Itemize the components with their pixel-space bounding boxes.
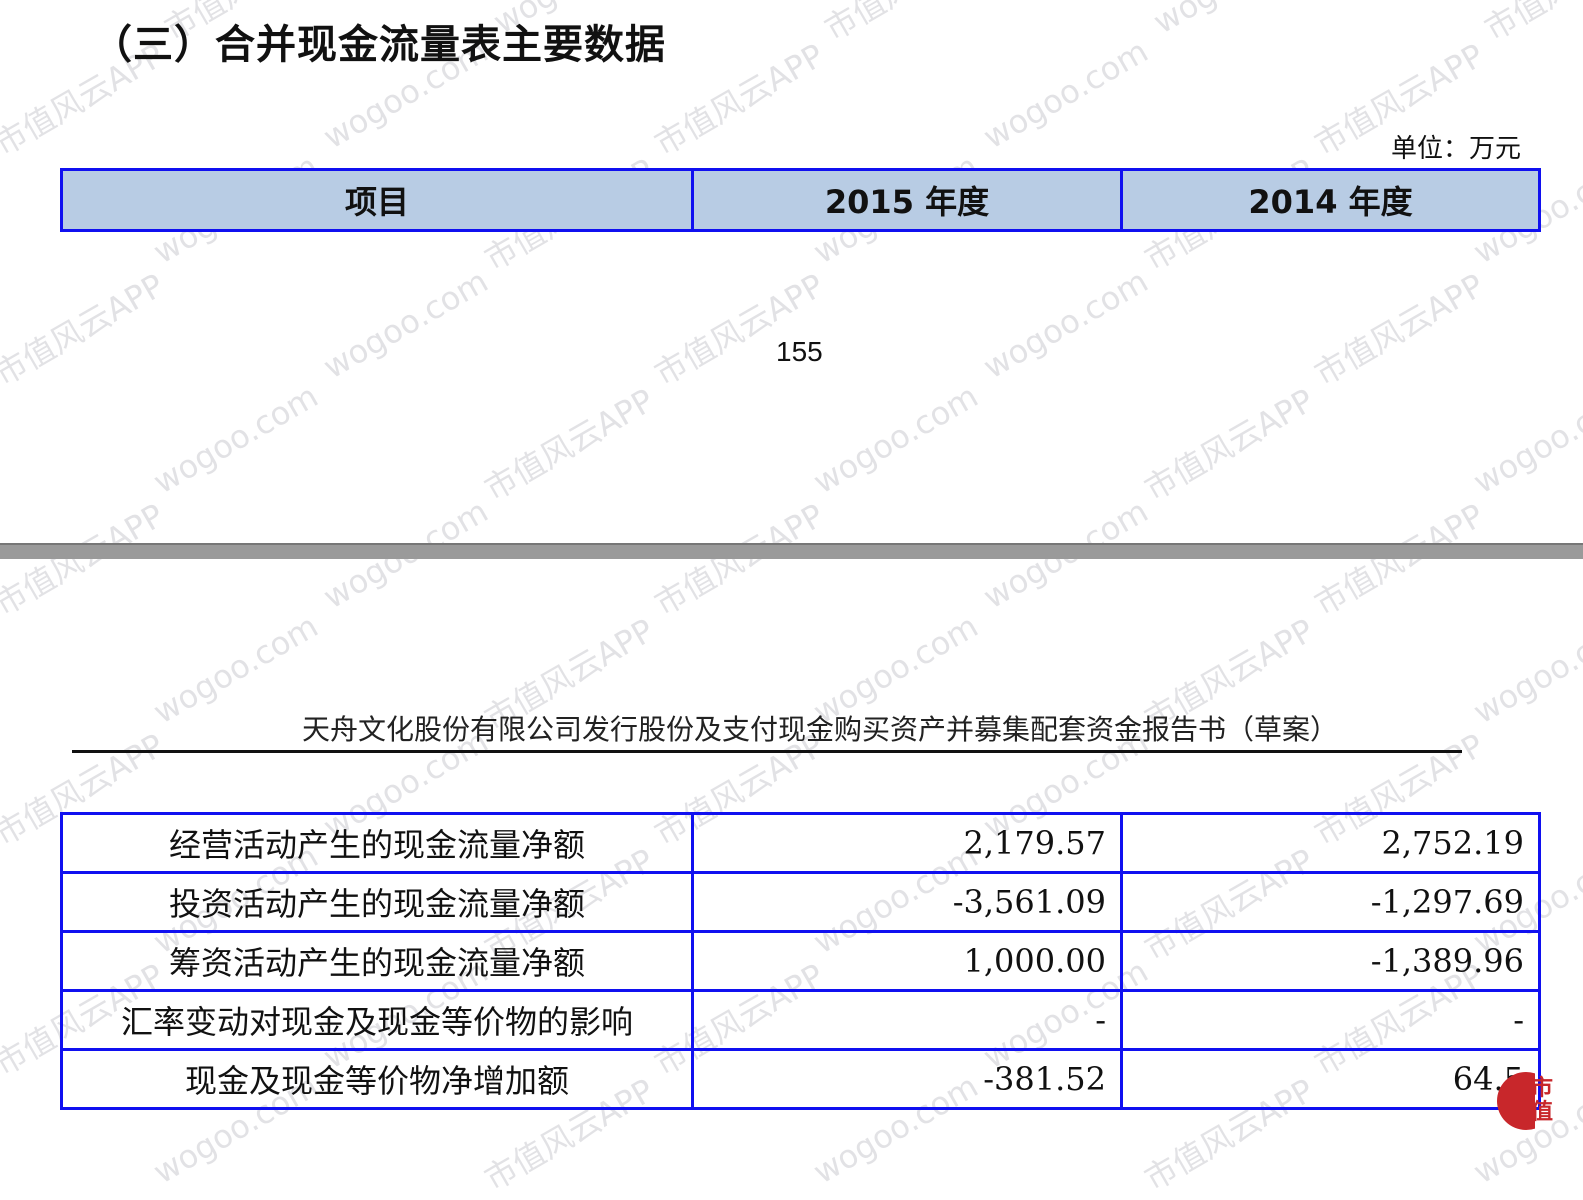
page-separator xyxy=(0,543,1583,559)
row-2014-value: -1,297.69 xyxy=(1120,871,1541,933)
watermark-text: wogoo.com xyxy=(147,376,325,502)
table-row: 经营活动产生的现金流量净额 2,179.57 2,752.19 xyxy=(60,812,1541,874)
row-2015-value: - xyxy=(691,989,1123,1051)
header-row: 项目 2015 年度 2014 年度 xyxy=(60,168,1541,232)
row-2015-value: 2,179.57 xyxy=(691,812,1123,874)
table-row: 投资活动产生的现金流量净额 -3,561.09 -1,297.69 xyxy=(60,871,1541,933)
table-row: 筹资活动产生的现金流量净额 1,000.00 -1,389.96 xyxy=(60,930,1541,992)
watermark-text: 市值风云APP xyxy=(0,0,12,50)
row-item: 汇率变动对现金及现金等价物的影响 xyxy=(60,989,694,1051)
row-item: 筹资活动产生的现金流量净额 xyxy=(60,930,694,992)
table-row: 汇率变动对现金及现金等价物的影响 - - xyxy=(60,989,1541,1051)
page-number: 155 xyxy=(776,336,823,367)
logo-text: 市值 xyxy=(1531,1075,1554,1125)
row-2014-value: -1,389.96 xyxy=(1120,930,1541,992)
watermark-text: wogoo.com xyxy=(1467,606,1583,732)
watermark-text: wogoo.com xyxy=(317,261,495,387)
unit-label: 单位：万元 xyxy=(1390,134,1521,164)
watermark-text: 市值风云APP xyxy=(648,36,831,164)
header-2015: 2015 年度 xyxy=(691,168,1123,232)
table-row: 现金及现金等价物净增加额 -381.52 64.5 xyxy=(60,1048,1541,1110)
row-2015-value: 1,000.00 xyxy=(691,930,1123,992)
section-title: （三）合并现金流量表主要数据 xyxy=(92,22,666,68)
row-2014-value: - xyxy=(1120,989,1541,1051)
row-item: 经营活动产生的现金流量净额 xyxy=(60,812,694,874)
row-2014-value: 2,752.19 xyxy=(1120,812,1541,874)
watermark-text: 市值风云APP xyxy=(1475,0,1583,50)
watermark-text: wogoo.com xyxy=(807,376,985,502)
watermark-text: 市值风云APP xyxy=(648,266,831,394)
row-2015-value: -381.52 xyxy=(691,1048,1123,1110)
watermark-text: wogoo.com xyxy=(977,261,1155,387)
row-item: 投资活动产生的现金流量净额 xyxy=(60,871,694,933)
row-2015-value: -3,561.09 xyxy=(691,871,1123,933)
watermark-text: 市值风云APP xyxy=(0,266,171,394)
cash-flow-table: 经营活动产生的现金流量净额 2,179.57 2,752.19 投资活动产生的现金流量… xyxy=(60,812,1541,1110)
row-item: 现金及现金等价物净增加额 xyxy=(60,1048,694,1110)
watermark-text: wogoo.com xyxy=(977,31,1155,157)
watermark-text: wogoo.com xyxy=(1467,376,1583,502)
watermark-text: wogoo.com xyxy=(147,606,325,732)
running-header: 天舟文化股份有限公司发行股份及支付现金购买资产并募集配套资金报告书（草案） xyxy=(302,713,1339,746)
table-header: 项目 2015 年度 2014 年度 xyxy=(60,168,1541,232)
watermark-text: wogoo.com xyxy=(1147,0,1325,41)
watermark-text: 市值风云APP xyxy=(1308,266,1491,394)
watermark-text: 市值风云APP xyxy=(815,0,1001,50)
watermark-text: 市值风云APP xyxy=(478,381,661,509)
header-rule xyxy=(72,750,1462,753)
row-2014-value: 64.5 xyxy=(1120,1048,1541,1110)
watermark-text: 市值风云APP xyxy=(1138,381,1321,509)
header-2014: 2014 年度 xyxy=(1120,168,1541,232)
logo: 市值 xyxy=(1497,1072,1555,1132)
header-item: 项目 xyxy=(60,168,694,232)
